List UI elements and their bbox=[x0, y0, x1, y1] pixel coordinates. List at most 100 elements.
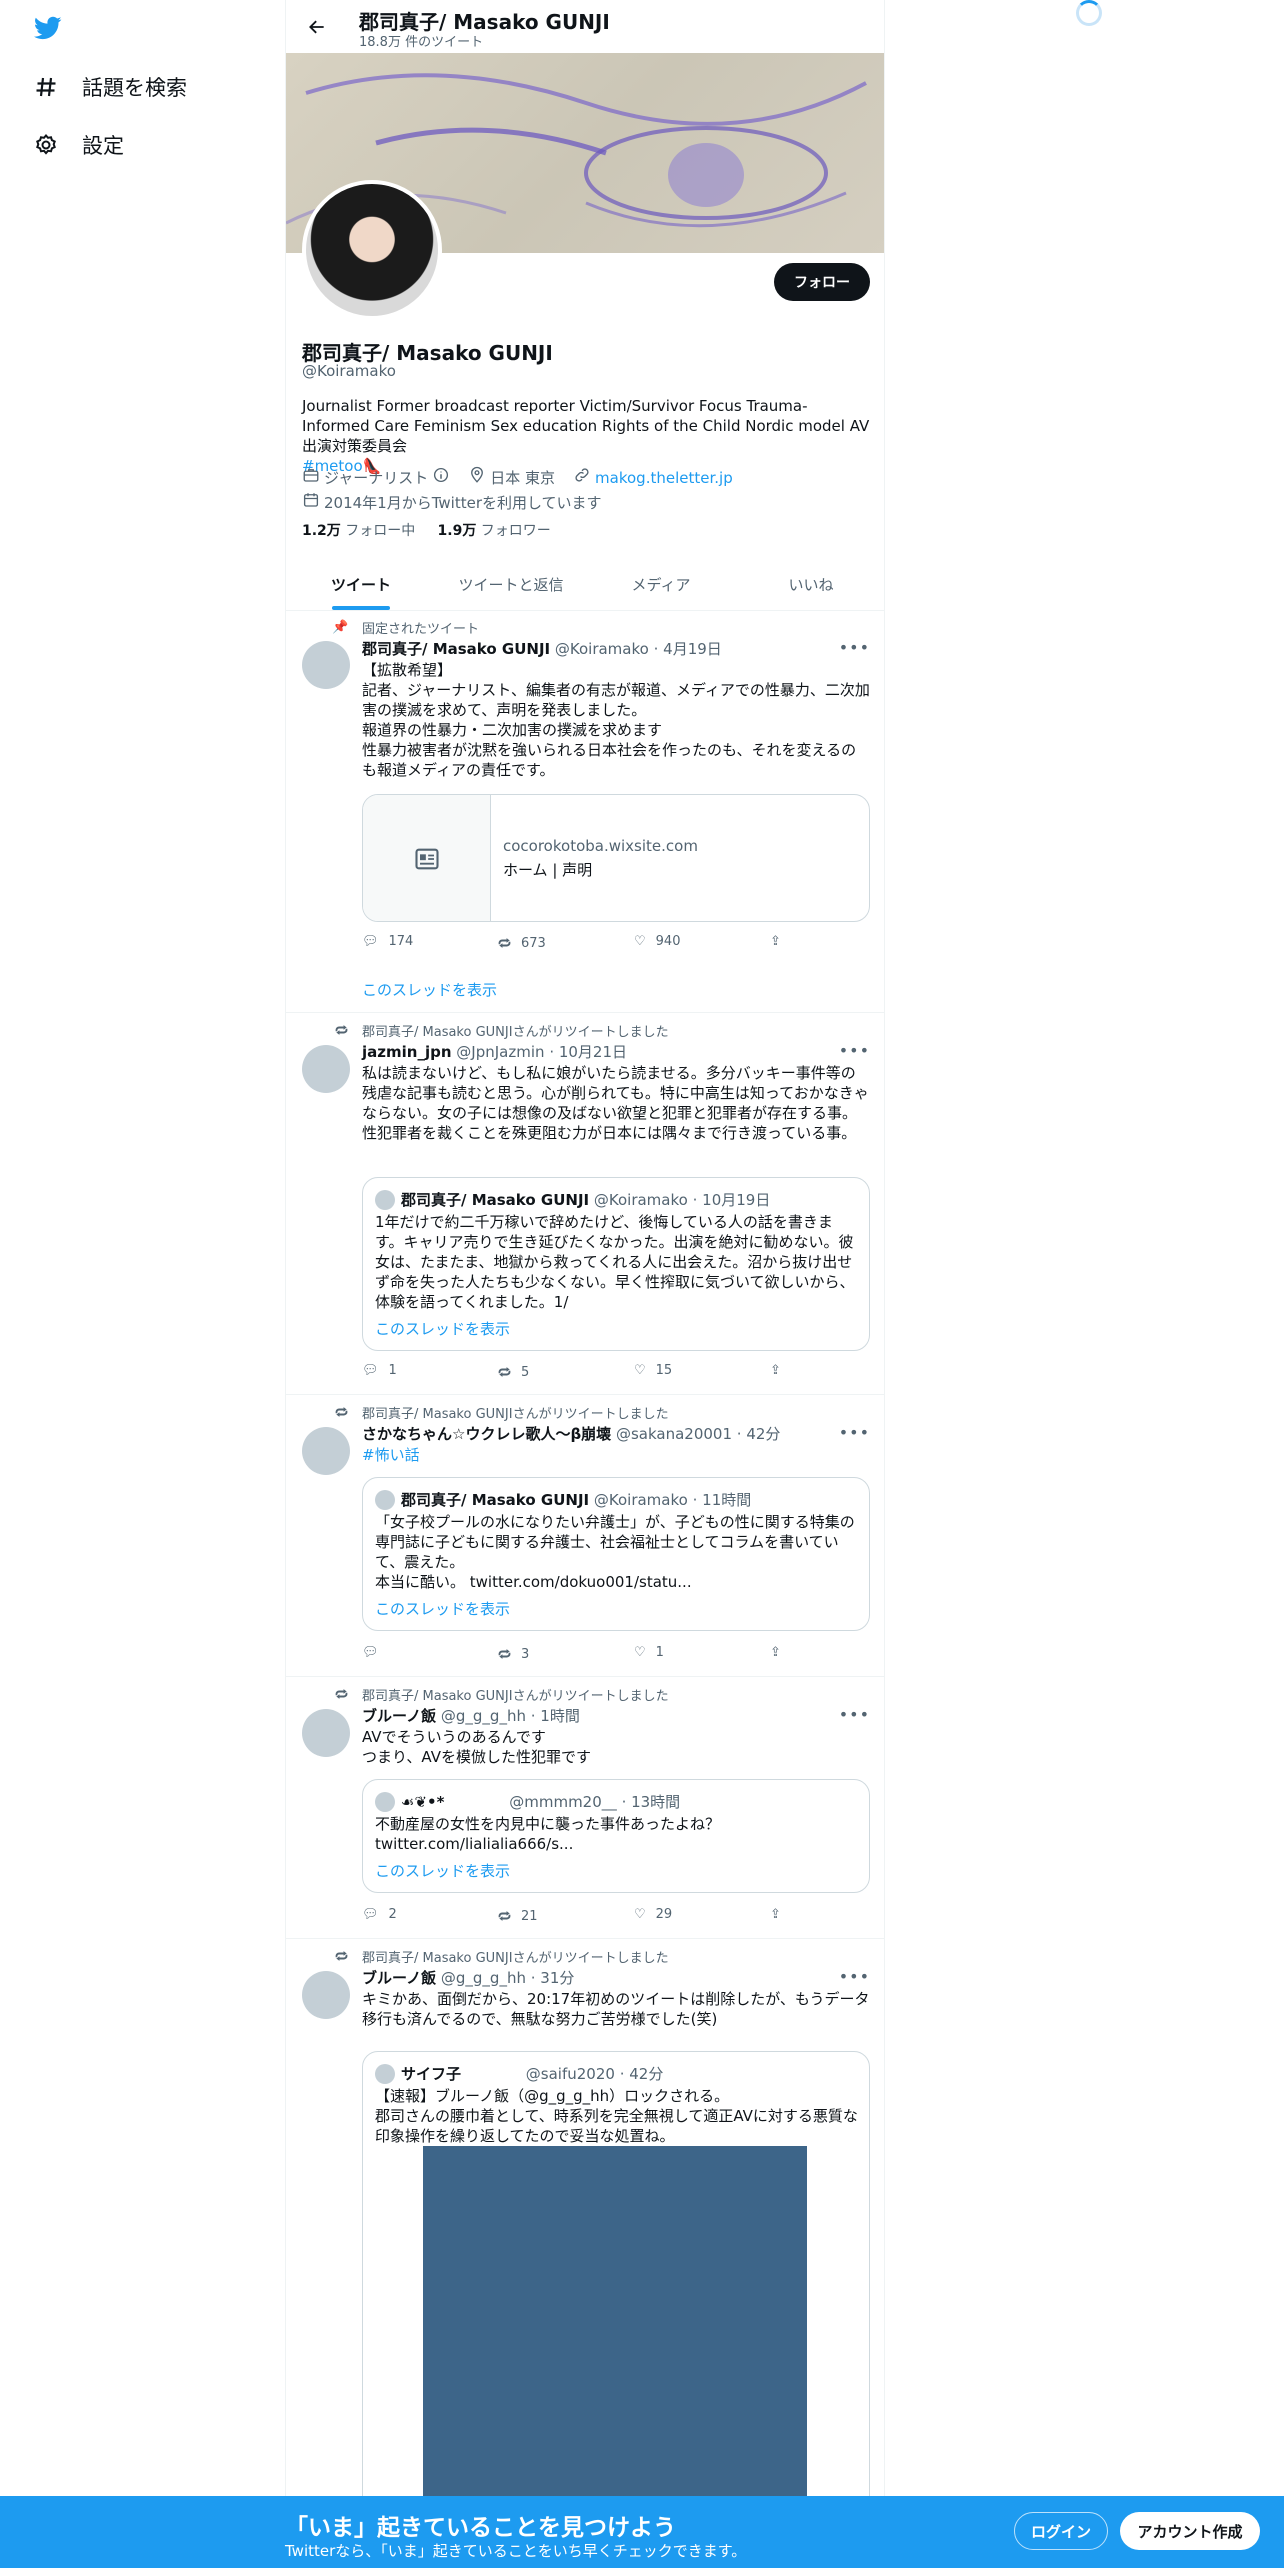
nav-settings[interactable]: 設定 bbox=[32, 125, 124, 165]
like-button[interactable]: ♡ 1 bbox=[634, 1645, 664, 1660]
location-pin-icon bbox=[468, 466, 486, 489]
quote-avatar bbox=[375, 1490, 395, 1510]
tweet-author-handle[interactable]: @JpnJazmin bbox=[456, 1043, 544, 1061]
profile-meta: ジャーナリスト 日本 東京 makog.theletter.jp 2014年1月… bbox=[302, 466, 870, 516]
quote-media-image[interactable] bbox=[423, 2146, 807, 2546]
tweet-avatar[interactable] bbox=[302, 1427, 350, 1475]
link-card-title: ホーム | 声明 bbox=[503, 861, 593, 879]
tweet-time[interactable]: · 1時間 bbox=[531, 1707, 580, 1725]
tweet-retweet-1[interactable]: 🔁︎ 郡司真子/ Masako GUNJIさんがリツイートしました jazmin… bbox=[286, 1013, 884, 1395]
link-icon bbox=[573, 466, 591, 489]
more-options-icon[interactable]: ••• bbox=[839, 1041, 870, 1060]
profile-website-link[interactable]: makog.theletter.jp bbox=[595, 468, 733, 488]
quote-show-thread-link[interactable]: このスレッドを表示 bbox=[375, 1598, 510, 1619]
reply-icon: 💬︎ bbox=[362, 934, 379, 949]
tweet-time[interactable]: · 4月19日 bbox=[654, 640, 722, 658]
followers-link[interactable]: 1.9万 フォロワー bbox=[438, 523, 551, 539]
tweet-retweet-2[interactable]: 🔁︎ 郡司真子/ Masako GUNJIさんがリツイートしました さかなちゃん… bbox=[286, 1395, 884, 1677]
reply-icon: 💬︎ bbox=[362, 1645, 379, 1660]
following-link[interactable]: 1.2万 フォロー中 bbox=[302, 523, 415, 539]
nav-explore[interactable]: 話題を検索 bbox=[32, 67, 187, 107]
share-button[interactable]: ⇪ bbox=[770, 934, 781, 949]
quote-show-thread-link[interactable]: このスレッドを表示 bbox=[375, 1318, 510, 1339]
signup-banner-subtitle: Twitterなら、「いま」起きていることをいち早くチェックできます。 bbox=[285, 2542, 747, 2560]
link-card[interactable]: cocorokotoba.wixsite.com ホーム | 声明 bbox=[362, 794, 870, 922]
tweet-retweet-4[interactable]: 🔁︎ 郡司真子/ Masako GUNJIさんがリツイートしました ブルーノ飯 … bbox=[286, 1939, 884, 2568]
nav-explore-label: 話題を検索 bbox=[82, 76, 187, 100]
tweet-avatar[interactable] bbox=[302, 1709, 350, 1757]
like-button[interactable]: ♡ 15 bbox=[634, 1363, 672, 1378]
reply-button[interactable]: 💬︎ bbox=[362, 1645, 389, 1660]
reply-button[interactable]: 💬︎ 2 bbox=[362, 1907, 397, 1922]
retweet-button[interactable]: 🔁︎ 5 bbox=[498, 1363, 529, 1382]
tweet-author-name[interactable]: ブルーノ飯 bbox=[362, 1969, 436, 1987]
more-options-icon[interactable]: ••• bbox=[839, 1705, 870, 1724]
more-options-icon[interactable]: ••• bbox=[839, 1423, 870, 1442]
tweet-time[interactable]: · 31分 bbox=[531, 1969, 575, 1987]
tweet-avatar[interactable] bbox=[302, 641, 350, 689]
retweet-icon: 🔁︎ bbox=[334, 1406, 348, 1421]
tweet-author-name[interactable]: jazmin_jpn bbox=[362, 1043, 452, 1061]
header-tweet-count: 18.8万 件のツイート bbox=[359, 35, 484, 50]
tweet-avatar[interactable] bbox=[302, 1045, 350, 1093]
profile-avatar[interactable] bbox=[302, 180, 442, 320]
tweet-header: ブルーノ飯 @g_g_g_hh · 31分 bbox=[362, 1967, 574, 1988]
tweet-retweet-3[interactable]: 🔁︎ 郡司真子/ Masako GUNJIさんがリツイートしました ブルーノ飯 … bbox=[286, 1677, 884, 1939]
tweet-author-name[interactable]: さかなちゃん☆ウクレレ歌人～β崩壊 bbox=[362, 1425, 611, 1443]
article-icon bbox=[363, 795, 491, 921]
tab-tweets-and-replies[interactable]: ツイートと返信 bbox=[436, 558, 586, 610]
retweet-button[interactable]: 🔁︎ 673 bbox=[498, 934, 546, 953]
tweet-author-name[interactable]: ブルーノ飯 bbox=[362, 1707, 436, 1725]
quote-show-thread-link[interactable]: このスレッドを表示 bbox=[375, 1860, 510, 1881]
tweet-hashtag-link[interactable]: #怖い話 bbox=[362, 1445, 870, 1465]
tweet-author-handle[interactable]: @g_g_g_hh bbox=[441, 1969, 526, 1987]
reply-button[interactable]: 💬︎ 174 bbox=[362, 934, 413, 949]
profile-tabs: ツイート ツイートと返信 メディア いいね bbox=[286, 558, 884, 611]
tab-media[interactable]: メディア bbox=[586, 558, 736, 610]
tweet-actions: 💬︎ 🔁︎ 3 ♡ 1 ⇪ bbox=[362, 1645, 802, 1665]
tweet-pinned[interactable]: 📌 固定されたツイート 郡司真子/ Masako GUNJI @Koiramak… bbox=[286, 611, 884, 1013]
gear-icon bbox=[32, 131, 60, 159]
share-button[interactable]: ⇪ bbox=[770, 1907, 781, 1922]
pin-icon: 📌 bbox=[332, 620, 349, 635]
twitter-logo-icon[interactable] bbox=[32, 14, 64, 42]
tweet-author-handle[interactable]: @sakana20001 bbox=[616, 1425, 732, 1443]
tweet-time[interactable]: · 42分 bbox=[737, 1425, 781, 1443]
quoted-tweet[interactable]: 郡司真子/ Masako GUNJI @Koiramako · 11時間 「女子… bbox=[362, 1477, 870, 1631]
retweet-icon: 🔁︎ bbox=[498, 1648, 512, 1663]
more-options-icon[interactable]: ••• bbox=[839, 638, 870, 657]
share-icon: ⇪ bbox=[770, 934, 781, 949]
signup-button[interactable]: アカウント作成 bbox=[1120, 2512, 1260, 2550]
tweet-author-name[interactable]: 郡司真子/ Masako GUNJI bbox=[362, 640, 550, 658]
share-icon: ⇪ bbox=[770, 1645, 781, 1660]
tab-likes[interactable]: いいね bbox=[736, 558, 884, 610]
reply-button[interactable]: 💬︎ 1 bbox=[362, 1363, 397, 1378]
quote-header: 郡司真子/ Masako GUNJI @Koiramako · 11時間 bbox=[401, 1491, 752, 1509]
login-button[interactable]: ログイン bbox=[1014, 2512, 1108, 2550]
tweet-time[interactable]: · 10月21日 bbox=[549, 1043, 627, 1061]
follow-button[interactable]: フォロー bbox=[774, 263, 870, 301]
show-thread-link[interactable]: このスレッドを表示 bbox=[362, 979, 497, 1000]
back-arrow-icon[interactable] bbox=[302, 12, 332, 42]
retweet-button[interactable]: 🔁︎ 21 bbox=[498, 1907, 538, 1926]
retweet-button[interactable]: 🔁︎ 3 bbox=[498, 1645, 529, 1664]
share-icon: ⇪ bbox=[770, 1907, 781, 1922]
tweet-author-handle[interactable]: @g_g_g_hh bbox=[441, 1707, 526, 1725]
quote-header: 郡司真子/ Masako GUNJI @Koiramako · 10月19日 bbox=[401, 1191, 771, 1209]
profile-joined: 2014年1月からTwitterを利用しています bbox=[324, 493, 602, 512]
info-icon[interactable] bbox=[432, 466, 450, 489]
share-button[interactable]: ⇪ bbox=[770, 1645, 781, 1660]
quote-text: 【速報】ブルーノ飯（@g_g_g_hh）ロックされる。 郡司さんの腰巾着として、… bbox=[375, 2087, 858, 2145]
tweet-text: AVでそういうのあるんです つまり、AVを模倣した性犯罪です bbox=[362, 1728, 591, 1766]
signup-banner-title: 「いま」起きていることを見つけよう bbox=[285, 2515, 676, 2541]
tab-tweets[interactable]: ツイート bbox=[286, 558, 436, 610]
quoted-tweet[interactable]: 郡司真子/ Masako GUNJI @Koiramako · 10月19日 1… bbox=[362, 1177, 870, 1351]
tweet-avatar[interactable] bbox=[302, 1971, 350, 2019]
quoted-tweet[interactable]: ☙❦•* @mmmm20__ · 13時間 不動産屋の女性を内見中に襲った事件あ… bbox=[362, 1779, 870, 1893]
share-button[interactable]: ⇪ bbox=[770, 1363, 781, 1378]
more-options-icon[interactable]: ••• bbox=[839, 1967, 870, 1986]
like-button[interactable]: ♡ 29 bbox=[634, 1907, 672, 1922]
quoted-tweet[interactable]: サイフ子 @saifu2020 · 42分 【速報】ブルーノ飯（@g_g_g_h… bbox=[362, 2051, 870, 2568]
like-button[interactable]: ♡ 940 bbox=[634, 934, 680, 949]
tweet-author-handle[interactable]: @Koiramako bbox=[555, 640, 649, 658]
